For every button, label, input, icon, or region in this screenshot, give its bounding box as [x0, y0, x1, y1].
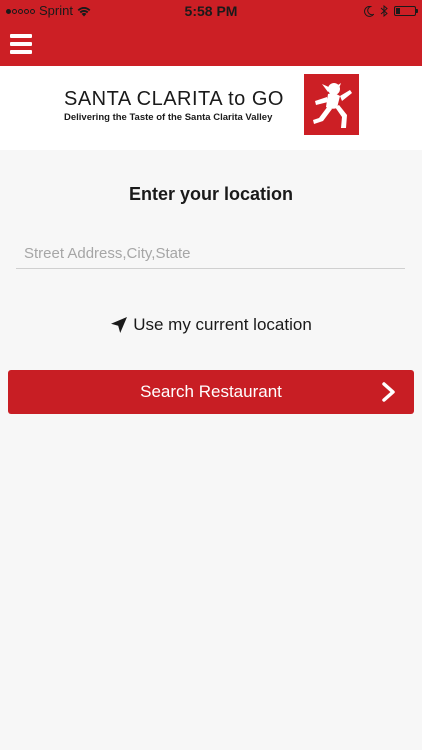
- page-title: Enter your location: [128, 184, 294, 204]
- bluetooth-icon: [380, 5, 388, 17]
- app-header: Sprint 5:58 PM: [0, 0, 422, 66]
- logo: SANTA CLARITA to GO Delivering the Taste…: [64, 88, 302, 123]
- status-time: 5:58 PM: [184, 3, 238, 19]
- battery-icon: [394, 6, 418, 16]
- logo-title: SANTA CLARITA to GO: [64, 88, 284, 110]
- app-screen: Sprint 5:58 PM SANTA CLARITA to GO Deliv…: [0, 0, 422, 750]
- battery-level: [396, 8, 400, 14]
- location-arrow-icon: [111, 317, 128, 333]
- moon-icon: [364, 5, 374, 17]
- status-bar: Sprint 5:58 PM: [0, 0, 422, 22]
- address-input[interactable]: [16, 238, 405, 269]
- hamburger-menu-icon[interactable]: [10, 34, 34, 54]
- status-right: [364, 4, 418, 18]
- search-restaurant-button[interactable]: Search Restaurant: [8, 370, 414, 414]
- chevron-right-icon: [382, 382, 395, 402]
- use-current-location-button[interactable]: Use my current location: [0, 313, 422, 337]
- search-restaurant-label: Search Restaurant: [140, 382, 282, 401]
- logo-tagline: Delivering the Taste of the Santa Clarit…: [64, 112, 273, 123]
- use-current-location-label: Use my current location: [133, 315, 312, 334]
- running-figure-logo-icon: [304, 74, 359, 135]
- logo-banner: SANTA CLARITA to GO Delivering the Taste…: [0, 66, 422, 150]
